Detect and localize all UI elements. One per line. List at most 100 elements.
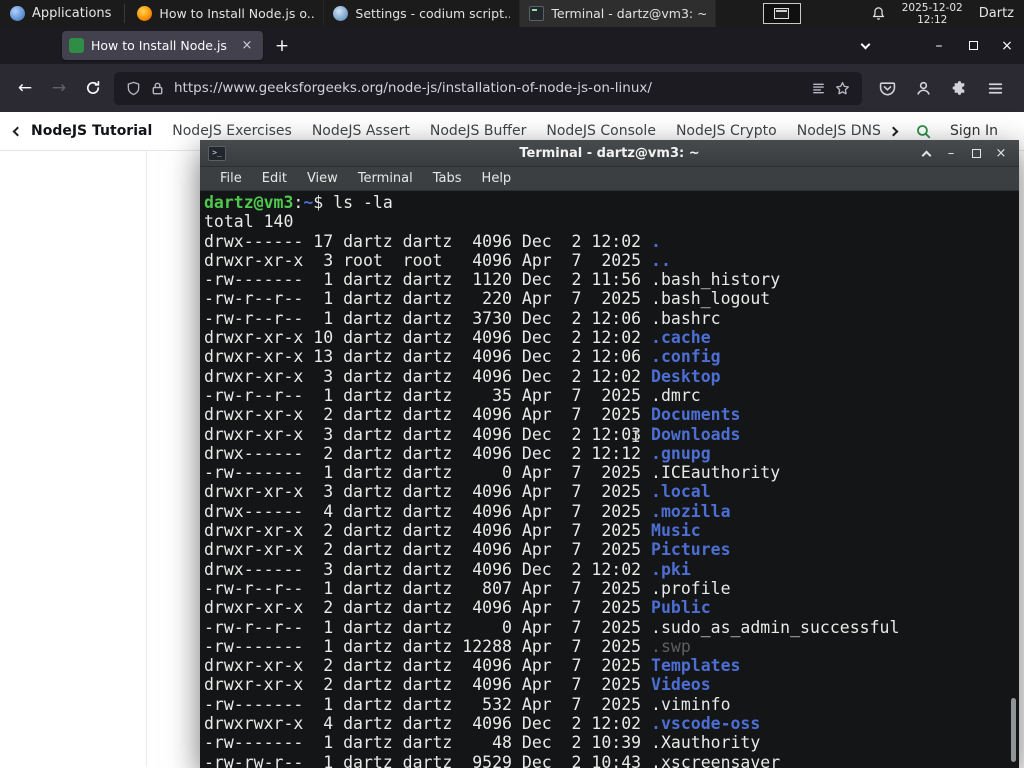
panel-user-label: Dartz <box>978 6 1014 21</box>
taskbar-item-label: How to Install Node.js o... <box>159 6 315 21</box>
extensions-puzzle-icon[interactable] <box>942 71 976 105</box>
url-bar[interactable]: https://www.geeksforgeeks.org/node-js/in… <box>114 71 862 105</box>
pocket-icon[interactable] <box>870 71 904 105</box>
back-button[interactable]: ← <box>8 71 42 105</box>
file-name: Documents <box>651 405 741 425</box>
taskbar-item-label: Settings - codium script... <box>355 6 511 21</box>
browser-tab[interactable]: How to Install Node.js on × <box>62 31 263 60</box>
forward-button[interactable]: → <box>42 71 76 105</box>
subnav-right: Sign In <box>888 123 1014 140</box>
scroll-left-icon[interactable] <box>12 123 23 139</box>
file-name: .xscreensaver <box>651 752 781 768</box>
terminal-shade-button[interactable] <box>916 143 936 163</box>
menu-edit[interactable]: Edit <box>252 171 297 186</box>
terminal-line: drwxr-xr-x 2 dartz dartz 4096 Apr 7 2025… <box>204 521 701 541</box>
terminal-line: -rw-r--r-- 1 dartz dartz 3730 Dec 2 12:0… <box>204 308 721 328</box>
url-text[interactable]: https://www.geeksforgeeks.org/node-js/in… <box>174 80 802 96</box>
terminal-screen[interactable]: dartz@vm3:~$ ls -la total 140 drwx------… <box>200 191 1019 768</box>
reader-mode-icon[interactable] <box>811 81 826 96</box>
menu-tabs[interactable]: Tabs <box>423 171 472 186</box>
terminal-window-controls: – × <box>916 143 1011 163</box>
terminal-line: drwxr-xr-x 10 dartz dartz 4096 Dec 2 12:… <box>204 328 711 348</box>
window-restore-button[interactable] <box>956 27 990 64</box>
menu-file[interactable]: File <box>210 171 252 186</box>
prompt-symbol: $ <box>313 193 334 212</box>
file-name: . <box>651 231 661 251</box>
clock-time: 12:12 <box>917 13 948 26</box>
menu-view[interactable]: View <box>297 171 348 186</box>
file-name: Desktop <box>651 366 721 386</box>
terminal-window: >_ Terminal - dartz@vm3: ~ – × File Edit… <box>200 140 1019 768</box>
file-name: .pki <box>651 559 691 579</box>
notification-bell-icon[interactable] <box>871 6 886 21</box>
reload-icon <box>87 80 100 94</box>
new-tab-button[interactable]: + <box>267 31 297 61</box>
file-name: .dmrc <box>651 385 701 405</box>
nav-item-nodejs-assert[interactable]: NodeJS Assert <box>312 123 410 139</box>
terminal-close-button[interactable]: × <box>991 143 1011 163</box>
list-all-tabs-button[interactable] <box>848 27 882 64</box>
terminal-line: drwxr-xr-x 3 dartz dartz 4096 Dec 2 12:0… <box>204 424 741 444</box>
applications-menu-icon <box>10 6 25 21</box>
prompt-separator: : <box>293 193 304 212</box>
window-close-button[interactable]: × <box>990 27 1024 64</box>
prompt-user-host: dartz@vm3 <box>204 193 294 212</box>
window-controls: – × <box>848 27 1024 64</box>
terminal-titlebar[interactable]: >_ Terminal - dartz@vm3: ~ – × <box>200 140 1019 167</box>
terminal-line: drwxr-xr-x 3 root root 4096 Apr 7 2025 .… <box>204 250 671 270</box>
terminal-line: drwx------ 4 dartz dartz 4096 Apr 7 2025… <box>204 501 731 521</box>
terminal-line: drwx------ 3 dartz dartz 4096 Dec 2 12:0… <box>204 559 691 579</box>
terminal-line: -rw------- 1 dartz dartz 1120 Dec 2 11:5… <box>204 270 781 290</box>
file-name: .bash_logout <box>651 289 771 309</box>
taskbar-item-browser[interactable]: How to Install Node.js o... <box>128 0 325 27</box>
terminal-minimize-button[interactable]: – <box>941 143 961 163</box>
applications-menu[interactable]: Applications <box>0 0 121 27</box>
menu-help[interactable]: Help <box>472 171 522 186</box>
scroll-right-icon[interactable] <box>888 123 899 139</box>
terminal-maximize-button[interactable] <box>966 143 986 163</box>
nav-item-nodejs-dns[interactable]: NodeJS DNS <box>797 123 880 139</box>
file-name: .config <box>651 347 721 367</box>
file-name: .ICEauthority <box>651 463 781 483</box>
top-panel: Applications How to Install Node.js o...… <box>0 0 1024 27</box>
tray-terminal-indicator[interactable] <box>762 3 801 24</box>
file-name: .mozilla <box>651 501 731 521</box>
nav-item-nodejs-buffer[interactable]: NodeJS Buffer <box>430 123 527 139</box>
shield-icon[interactable] <box>126 81 141 96</box>
subnav-items: NodeJS Tutorial NodeJS Exercises NodeJS … <box>31 123 880 139</box>
terminal-line: -rw-r--r-- 1 dartz dartz 807 Apr 7 2025 … <box>204 578 731 598</box>
window-minimize-button[interactable]: – <box>922 27 956 64</box>
taskbar-item-terminal[interactable]: Terminal - dartz@vm3: ~ <box>520 0 717 27</box>
nav-item-nodejs-console[interactable]: NodeJS Console <box>546 123 656 139</box>
file-name: .bash_history <box>651 270 781 290</box>
search-icon[interactable] <box>915 123 932 140</box>
clock-date: 2025-12-02 <box>901 1 963 14</box>
file-name: .sudo_as_admin_successful <box>651 617 900 637</box>
terminal-menubar: File Edit View Terminal Tabs Help <box>200 167 1019 191</box>
terminal-line: -rw------- 1 dartz dartz 0 Apr 7 2025 .I… <box>204 463 781 483</box>
bookmark-star-icon[interactable] <box>835 81 850 96</box>
maximize-icon <box>971 148 981 158</box>
prompt-path: ~ <box>303 193 314 212</box>
file-name: Public <box>651 598 711 618</box>
file-name: .viminfo <box>651 694 731 714</box>
terminal-scrollbar[interactable] <box>1011 698 1016 762</box>
terminal-line: drwxr-xr-x 2 dartz dartz 4096 Apr 7 2025… <box>204 675 711 695</box>
hamburger-menu-icon[interactable] <box>978 71 1012 105</box>
nav-item-nodejs-exercises[interactable]: NodeJS Exercises <box>172 123 292 139</box>
nav-item-nodejs-tutorial[interactable]: NodeJS Tutorial <box>31 123 152 139</box>
nav-item-nodejs-crypto[interactable]: NodeJS Crypto <box>676 123 777 139</box>
panel-clock[interactable]: 2025-12-02 12:12 <box>902 2 963 26</box>
terminal-line: drwxr-xr-x 13 dartz dartz 4096 Dec 2 12:… <box>204 347 721 367</box>
sign-in-button[interactable]: Sign In <box>950 123 998 139</box>
account-icon[interactable] <box>906 71 940 105</box>
reload-button[interactable] <box>76 71 110 105</box>
tab-close-button[interactable]: × <box>238 37 256 55</box>
taskbar-item-settings[interactable]: Settings - codium script... <box>324 0 521 27</box>
file-name: .Xauthority <box>651 733 761 753</box>
menu-terminal[interactable]: Terminal <box>348 171 423 186</box>
lock-icon[interactable] <box>150 81 165 96</box>
file-name: Pictures <box>651 540 731 560</box>
terminal-line: drwxr-xr-x 2 dartz dartz 4096 Apr 7 2025… <box>204 656 741 676</box>
prompt-command: ls -la <box>333 193 393 212</box>
